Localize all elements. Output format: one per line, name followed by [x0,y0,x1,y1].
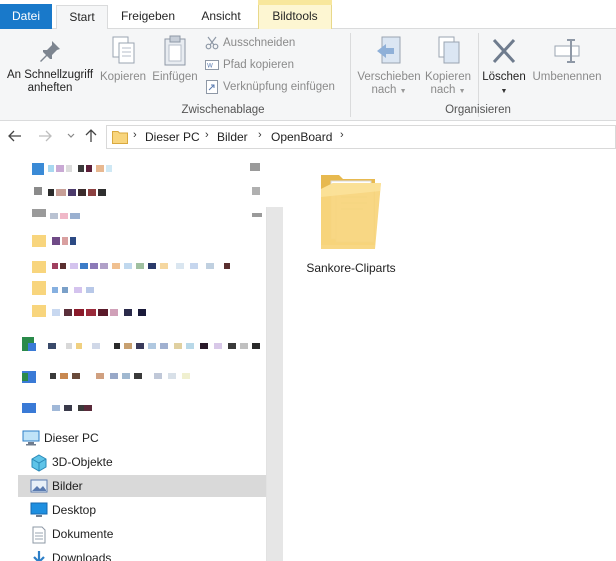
move-to-label-line1: Verschieben [357,71,421,83]
rename-label: Umbenennen [532,71,602,83]
chevron-down-icon [67,133,75,138]
folder-icon [321,175,381,249]
breadcrumb-openboard[interactable]: OpenBoard [271,130,332,144]
breadcrumb-separator-icon: › [258,129,262,141]
arrow-left-icon [8,130,21,142]
nav-desktop[interactable]: Desktop [18,499,266,521]
nav-3d-objects-label: 3D-Objekte [52,455,113,469]
pixelated-redaction [22,337,260,413]
breadcrumb-separator-icon: › [205,129,209,141]
path-icon: W [205,59,219,70]
navigation-bar: › Dieser PC › Bilder › OpenBoard › [0,121,616,153]
copy-button[interactable]: Kopieren [98,35,148,84]
file-list: Sankore-Cliparts [283,153,616,561]
delete-button[interactable]: Löschen ▼ [480,35,528,98]
nav-downloads[interactable]: Downloads [18,547,266,561]
copy-to-label-line2: nach [430,84,456,96]
nav-this-pc-label: Dieser PC [44,431,99,445]
folder-name: Sankore-Cliparts [306,261,396,275]
tab-share[interactable]: Freigeben [112,5,184,29]
nav-pictures[interactable]: Bilder [18,475,266,497]
back-button[interactable] [6,127,24,145]
pin-label-line1: An Schnellzugriff [6,69,94,81]
clipboard-icon [164,35,186,66]
computer-icon [22,430,40,446]
tab-file[interactable]: Datei [0,4,52,29]
move-to-icon [377,36,401,64]
pin-label-line2: anheften [27,82,73,94]
nav-documents-label: Dokumente [52,527,114,541]
copy-to-icon [438,36,460,64]
move-to-caret-icon: ▼ [399,88,407,95]
rename-button[interactable]: Umbenennen [530,35,604,84]
clipboard-group-label: Zwischenablage [181,104,265,116]
arrow-up-icon [85,129,97,142]
move-to-label-line2: nach [371,84,397,96]
tab-view[interactable]: Ansicht [190,5,252,29]
organize-group-label: Organisieren [445,104,511,116]
tab-picture-tools[interactable]: Bildtools [258,5,332,29]
navigation-pane: Dieser PC 3D-Objekte Bilder Desktop Doku… [0,153,283,561]
move-to-button[interactable]: Verschieben nach ▼ [356,35,422,98]
delete-x-icon [492,38,516,64]
nav-scrollbar-thumb[interactable] [266,207,283,561]
nav-desktop-label: Desktop [52,503,97,517]
3d-objects-icon [31,454,47,472]
paste-button[interactable]: Einfügen [150,35,200,84]
copy-path-button[interactable]: W Pfad kopieren [205,56,294,74]
desktop-icon [30,502,48,517]
copy-path-label: Pfad kopieren [223,59,294,71]
downloads-icon [33,551,45,561]
tab-start[interactable]: Start [56,5,108,30]
shortcut-icon [206,79,218,94]
copy-to-label-line1: Kopieren [424,71,472,83]
pin-to-quick-access-button[interactable]: An Schnellzugriff anheften [4,39,96,95]
cut-button[interactable]: Ausschneiden [205,34,295,52]
folder-item[interactable]: Sankore-Cliparts [305,167,397,279]
paste-shortcut-button[interactable]: Verknüpfung einfügen [205,78,335,96]
breadcrumb-separator-icon: › [133,129,137,141]
ribbon: An Schnellzugriff anheften Kopieren Einf… [0,29,616,121]
copy-to-caret-icon: ▼ [458,88,466,95]
pictures-icon [30,479,48,493]
copy-to-button[interactable]: Kopieren nach ▼ [422,35,474,98]
breadcrumb-separator-icon: › [340,129,344,141]
documents-icon [32,526,46,544]
copy-label: Kopieren [99,71,147,83]
cut-label: Ausschneiden [223,37,296,49]
ribbon-tab-bar: Datei Start Freigeben Ansicht Bildtools [0,0,616,30]
paste-label: Einfügen [152,71,198,83]
arrow-right-icon [39,130,52,142]
nav-3d-objects[interactable]: 3D-Objekte [18,451,266,473]
nav-this-pc[interactable]: Dieser PC [18,427,266,449]
nav-pictures-label: Bilder [52,479,83,493]
svg-text:W: W [207,62,213,69]
address-bar[interactable]: › Dieser PC › Bilder › OpenBoard › [106,125,616,149]
up-button[interactable] [82,127,100,145]
recent-locations-button[interactable] [62,127,80,145]
rename-icon [554,39,580,63]
delete-caret-icon: ▼ [500,88,508,95]
pin-icon [40,41,60,62]
folder-icon [112,131,128,144]
forward-button[interactable] [36,127,54,145]
paste-shortcut-label: Verknüpfung einfügen [223,81,335,93]
scissors-icon [205,36,219,50]
ribbon-group-divider [350,33,351,117]
nav-downloads-label: Downloads [52,551,112,561]
breadcrumb-this-pc[interactable]: Dieser PC [145,130,200,144]
breadcrumb-pictures[interactable]: Bilder [217,130,248,144]
nav-documents[interactable]: Dokumente [18,523,266,545]
delete-label: Löschen [482,71,526,83]
copy-icon [112,36,135,64]
context-tab-group: Bildtools [258,0,332,29]
